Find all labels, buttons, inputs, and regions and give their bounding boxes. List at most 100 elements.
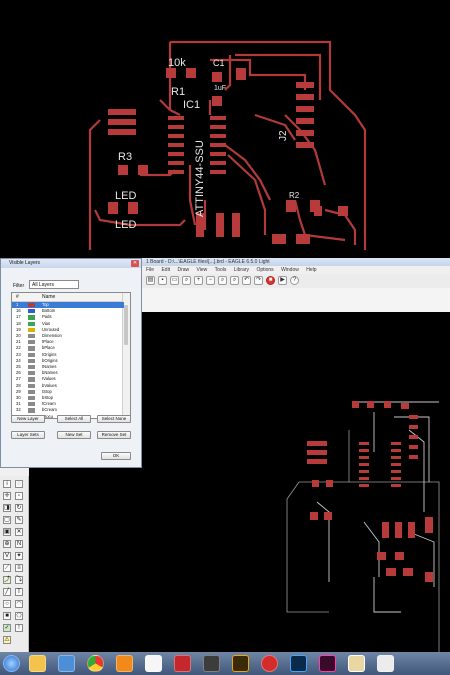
canvas-pads <box>307 401 433 582</box>
show-icon[interactable]: ◌ <box>15 480 23 488</box>
circle-icon[interactable]: ○ <box>3 600 11 608</box>
open-icon[interactable]: ▤ <box>146 276 155 285</box>
save-icon[interactable]: ▪ <box>158 276 167 285</box>
drc-icon[interactable]: ✓ <box>3 624 11 632</box>
label-c1-value: 1uF <box>214 85 226 92</box>
indesign-icon[interactable] <box>319 655 336 672</box>
paint-icon[interactable] <box>377 655 394 672</box>
menu-library[interactable]: Library <box>234 267 249 273</box>
layer-sets-button[interactable]: Layer Sets <box>11 431 45 439</box>
menu-help[interactable]: Help <box>306 267 316 273</box>
menu-tools[interactable]: Tools <box>215 267 227 273</box>
route-icon[interactable]: ⤴ <box>3 576 11 584</box>
redo-icon[interactable]: ↷ <box>254 276 263 285</box>
top-board-svg: 10k R1 IC1 C1 1uF R3 J2 R2 LED LED ATTIN… <box>88 40 367 250</box>
windows-taskbar <box>0 652 450 675</box>
errors-icon[interactable]: ! <box>15 624 23 632</box>
mirror-icon[interactable]: ◨ <box>3 504 11 512</box>
explorer-icon[interactable] <box>29 655 46 672</box>
acrobat-icon[interactable] <box>174 655 191 672</box>
media-icon[interactable] <box>203 655 220 672</box>
layer-list[interactable]: # Name 1 Top 16 Bottom 17 Pads 18 Vias 19 Unroute… <box>11 292 131 419</box>
label-j2: J2 <box>278 130 289 141</box>
label-led-2: LED <box>115 219 136 231</box>
new-set-button[interactable]: New Set <box>57 431 91 439</box>
go-icon[interactable]: ▶ <box>278 276 287 285</box>
info-icon[interactable]: i <box>3 480 11 488</box>
chrome-icon[interactable] <box>87 655 104 672</box>
label-ic-part: ATTINY44-SSU <box>194 140 206 217</box>
delete-icon[interactable]: ✕ <box>15 528 23 536</box>
filter-label: Filter <box>13 283 25 289</box>
ripup-icon[interactable]: ⤵ <box>15 576 23 584</box>
optimize-icon[interactable]: ≡ <box>15 564 23 572</box>
paste-icon[interactable]: ▣ <box>3 528 11 536</box>
ok-button[interactable]: OK <box>101 452 131 460</box>
menu-options[interactable]: Options <box>256 267 273 273</box>
select-all-button[interactable]: Select All <box>57 415 91 423</box>
zoom-in-icon[interactable]: + <box>194 276 203 285</box>
layer-color-swatch <box>28 408 35 413</box>
filter-select[interactable]: All Layers <box>29 280 79 289</box>
scrollbar-thumb[interactable] <box>124 305 128 345</box>
visible-layers-dialog: Visible Layers ✕ Filter All Layers # Nam… <box>0 258 142 468</box>
layer-color-swatch <box>28 389 35 394</box>
zoom-redraw-icon[interactable]: ⌕ <box>218 276 227 285</box>
add-icon[interactable]: ⊕ <box>3 540 11 548</box>
layer-color-swatch <box>28 396 35 401</box>
arc-icon[interactable]: ◠ <box>15 600 23 608</box>
rect-icon[interactable]: ■ <box>3 612 11 620</box>
menu-window[interactable]: Window <box>281 267 299 273</box>
start-orb-icon[interactable] <box>3 655 20 672</box>
text-icon[interactable]: T <box>15 588 23 596</box>
top-board-view: 10k R1 IC1 C1 1uF R3 J2 R2 LED LED ATTIN… <box>0 0 450 258</box>
canvas-traces <box>316 401 439 613</box>
command-toolbar: i ◌ ✛ ▫ ◨ ↻ ▢ ✎ ▣ ✕ ⊕ N V ✦ ⟋ ≡ ⤴ ⤵ ╱ T … <box>0 476 29 652</box>
opera-icon[interactable] <box>261 655 278 672</box>
change-icon[interactable]: ✎ <box>15 516 23 524</box>
menu-view[interactable]: View <box>197 267 208 273</box>
polygon-icon[interactable]: ⬠ <box>15 612 23 620</box>
remove-set-button[interactable]: Remove Set <box>97 431 131 439</box>
name-icon[interactable]: N <box>15 540 23 548</box>
pdf-icon[interactable] <box>145 655 162 672</box>
label-r2: R2 <box>289 191 300 200</box>
wire-icon[interactable]: ╱ <box>3 588 11 596</box>
smash-icon[interactable]: ✦ <box>15 552 23 560</box>
rotate-icon[interactable]: ↻ <box>15 504 23 512</box>
zoom-out-icon[interactable]: − <box>206 276 215 285</box>
group-icon[interactable]: ▢ <box>3 516 11 524</box>
menu-edit[interactable]: Edit <box>161 267 170 273</box>
layer-color-swatch <box>28 383 35 388</box>
copy-icon[interactable]: ▫ <box>15 492 23 500</box>
menu-draw[interactable]: Draw <box>177 267 189 273</box>
value-icon[interactable]: V <box>3 552 11 560</box>
stop-icon[interactable]: ■ <box>266 276 275 285</box>
layer-color-swatch <box>28 346 35 351</box>
folder-icon[interactable] <box>58 655 75 672</box>
layer-color-swatch <box>28 358 35 363</box>
layer-color-swatch <box>28 315 35 320</box>
layer-color-swatch <box>28 309 35 314</box>
vlc-icon[interactable] <box>116 655 133 672</box>
layer-list-header: # Name <box>12 293 124 302</box>
close-icon[interactable]: ✕ <box>131 260 139 267</box>
warning-icon[interactable]: ⚠ <box>3 636 11 644</box>
help-icon[interactable]: ? <box>290 276 299 285</box>
layer-color-swatch <box>28 402 35 407</box>
zoom-select-icon[interactable]: ⌕ <box>230 276 239 285</box>
illustrator-icon[interactable] <box>232 655 249 672</box>
select-none-button[interactable]: Select None <box>97 415 131 423</box>
print-icon[interactable]: ▭ <box>170 276 179 285</box>
layer-color-swatch <box>28 334 35 339</box>
menu-file[interactable]: File <box>146 267 154 273</box>
split-icon[interactable]: ⟋ <box>3 564 11 572</box>
zoom-fit-icon[interactable]: ⌕ <box>182 276 191 285</box>
photoshop-icon[interactable] <box>290 655 307 672</box>
new-layer-button[interactable]: New Layer <box>11 415 45 423</box>
window-title: 1 Board - D:\...\EAGLE files\[...].brd -… <box>140 258 450 266</box>
move-icon[interactable]: ✛ <box>3 492 11 500</box>
eagle-icon[interactable] <box>348 655 365 672</box>
label-r1: R1 <box>171 86 185 98</box>
undo-icon[interactable]: ↶ <box>242 276 251 285</box>
